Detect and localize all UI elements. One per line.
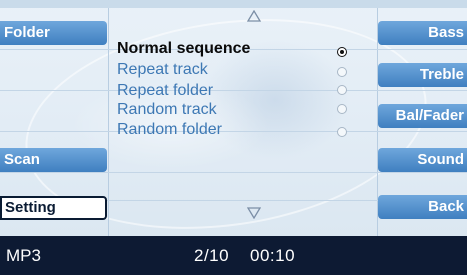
scroll-down-icon[interactable] (246, 207, 262, 221)
audio-source-label: MP3 (6, 246, 41, 265)
left-column-divider (108, 8, 109, 236)
triangle-up-icon (246, 9, 262, 22)
radio-repeat-track[interactable] (337, 67, 347, 77)
balance-fader-button[interactable]: Bal/Fader (378, 104, 467, 128)
radio-random-folder[interactable] (337, 127, 347, 137)
sound-button[interactable]: Sound (378, 148, 467, 172)
status-bar: MP3 2/10 00:10 (0, 236, 467, 275)
scroll-up-icon[interactable] (246, 9, 262, 24)
track-counter: 2/10 (194, 246, 230, 265)
row-divider (0, 90, 467, 91)
elapsed-time: 00:10 (250, 246, 296, 265)
list-item-normal-sequence[interactable]: Normal sequence (117, 40, 250, 58)
list-item-repeat-folder[interactable]: Repeat folder (117, 82, 213, 100)
radio-repeat-folder[interactable] (337, 85, 347, 95)
radio-random-track[interactable] (337, 104, 347, 114)
bass-button[interactable]: Bass (378, 21, 467, 45)
top-strip (0, 0, 467, 8)
radio-normal-sequence[interactable] (337, 47, 347, 57)
row-divider (0, 131, 467, 132)
back-button[interactable]: Back (378, 195, 467, 219)
list-item-random-track[interactable]: Random track (117, 101, 217, 119)
triangle-down-icon (246, 207, 262, 220)
list-item-repeat-track[interactable]: Repeat track (117, 61, 208, 79)
folder-button[interactable]: Folder (0, 21, 107, 45)
scan-button[interactable]: Scan (0, 148, 107, 172)
setting-button[interactable]: Setting (0, 196, 107, 220)
audio-menu-screen: Folder Scan Setting Bass Treble Bal/Fade… (0, 0, 467, 275)
row-divider (0, 172, 467, 173)
treble-button[interactable]: Treble (378, 63, 467, 87)
list-item-random-folder[interactable]: Random folder (117, 121, 222, 139)
